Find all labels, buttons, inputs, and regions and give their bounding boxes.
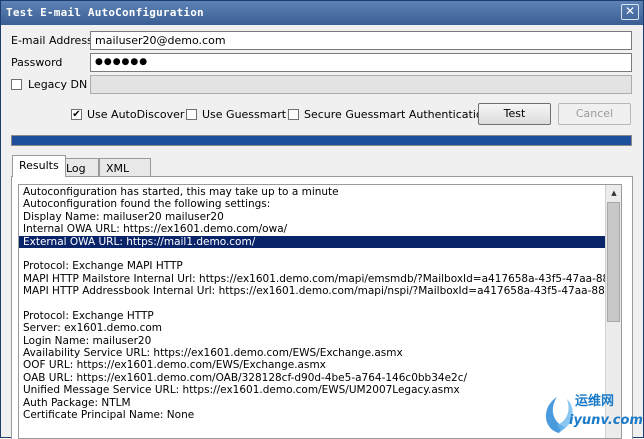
result-line[interactable] xyxy=(19,248,607,260)
results-lines: Autoconfiguration has started, this may … xyxy=(19,186,607,421)
close-button[interactable]: ✕ xyxy=(621,4,639,20)
password-field[interactable]: ●●●●●● xyxy=(90,53,632,72)
watermark-text-domain: iyunv.com xyxy=(569,413,643,428)
result-line[interactable]: Login Name: mailuser20 xyxy=(19,335,607,347)
cancel-button[interactable]: Cancel xyxy=(558,103,631,125)
secure-guessmart-checkbox[interactable] xyxy=(288,109,299,120)
result-line[interactable]: External OWA URL: https://mail1.demo.com… xyxy=(19,235,607,248)
result-line[interactable]: Auth Package: NTLM xyxy=(19,397,607,409)
window-title: Test E-mail AutoConfiguration xyxy=(6,6,204,19)
use-autodiscover-label: Use AutoDiscover xyxy=(87,108,185,121)
result-line[interactable]: Autoconfiguration found the following se… xyxy=(19,198,607,210)
scroll-up-icon[interactable]: ▲ xyxy=(607,186,621,200)
autoconfig-window: Test E-mail AutoConfiguration ✕ E-mail A… xyxy=(0,0,644,439)
legacy-dn-label: Legacy DN xyxy=(28,78,88,91)
legacy-dn-field[interactable] xyxy=(90,75,632,94)
watermark-text-cn: 运维网 xyxy=(575,394,615,409)
use-guessmart-checkbox[interactable] xyxy=(186,109,197,120)
result-line[interactable]: Display Name: mailuser20 mailuser20 xyxy=(19,211,607,223)
result-line[interactable]: Availability Service URL: https://ex1601… xyxy=(19,347,607,359)
secure-guessmart-label: Secure Guessmart Authentication xyxy=(304,108,490,121)
close-icon: ✕ xyxy=(624,4,636,18)
progress-bar xyxy=(11,135,632,146)
result-line[interactable]: Unified Message Service URL: https://ex1… xyxy=(19,384,607,396)
result-line[interactable]: Server: ex1601.demo.com xyxy=(19,322,607,334)
email-field[interactable]: mailuser20@demo.com xyxy=(90,31,632,50)
result-line[interactable]: OOF URL: https://ex1601.demo.com/EWS/Exc… xyxy=(19,359,607,371)
site-watermark-logo: 运维网 iyunv.com xyxy=(539,389,643,435)
watermark-swirl-icon xyxy=(545,397,573,433)
tab-results[interactable]: Results xyxy=(12,155,66,177)
use-guessmart-label: Use Guessmart xyxy=(202,108,287,121)
legacy-dn-checkbox[interactable] xyxy=(11,79,22,90)
result-line[interactable]: Autoconfiguration has started, this may … xyxy=(19,186,607,198)
use-autodiscover-checkbox[interactable]: ✔ xyxy=(71,109,82,120)
tab-xml[interactable]: XML xyxy=(99,158,151,177)
result-line[interactable]: MAPI HTTP Mailstore Internal Url: https:… xyxy=(19,273,607,285)
result-line[interactable]: Internal OWA URL: https://ex1601.demo.co… xyxy=(19,223,607,235)
test-button[interactable]: Test xyxy=(478,103,551,125)
result-line[interactable]: MAPI HTTP Addressbook Internal Url: http… xyxy=(19,285,607,297)
result-line[interactable]: OAB URL: https://ex1601.demo.com/OAB/328… xyxy=(19,372,607,384)
result-line[interactable]: Certificate Principal Name: None xyxy=(19,409,607,421)
results-list[interactable]: Autoconfiguration has started, this may … xyxy=(18,184,622,439)
progress-fill xyxy=(12,136,631,145)
password-label: Password xyxy=(11,56,63,69)
result-line[interactable]: Protocol: Exchange HTTP xyxy=(19,310,607,322)
checkmark-icon: ✔ xyxy=(72,109,81,120)
email-label: E-mail Address xyxy=(11,34,93,47)
result-line[interactable]: Protocol: Exchange MAPI HTTP xyxy=(19,260,607,272)
scroll-thumb[interactable] xyxy=(607,202,620,322)
result-line[interactable] xyxy=(19,298,607,310)
title-bar[interactable]: Test E-mail AutoConfiguration ✕ xyxy=(1,1,643,25)
